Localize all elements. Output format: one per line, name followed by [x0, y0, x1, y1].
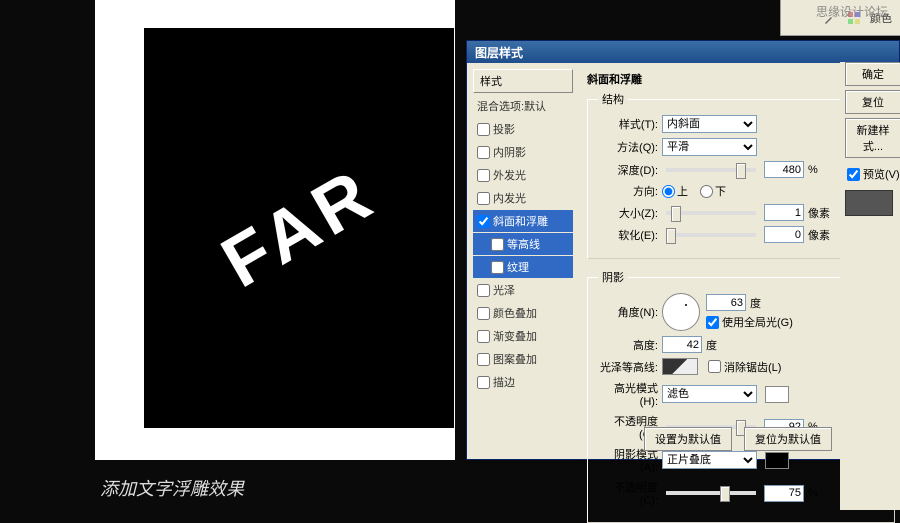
depth-label: 深度(D):: [598, 162, 658, 178]
altitude-unit: 度: [706, 337, 717, 353]
angle-dial[interactable]: [662, 293, 700, 331]
angle-label: 角度(N):: [598, 304, 658, 320]
style-coloroverlay[interactable]: 颜色叠加: [473, 302, 573, 324]
layer-style-dialog: 图层样式 样式 混合选项:默认 投影内阴影外发光内发光斜面和浮雕等高线纹理光泽颜…: [466, 40, 900, 460]
shop-slider[interactable]: [666, 491, 756, 495]
soften-slider[interactable]: [666, 233, 756, 237]
tech-label: 方法(Q):: [598, 139, 658, 155]
shop-label: 不透明度(C):: [598, 479, 658, 507]
style-bevel[interactable]: 斜面和浮雕: [473, 210, 573, 232]
dir-label: 方向:: [598, 183, 658, 199]
style-select[interactable]: 内斜面: [662, 115, 757, 133]
style-innerglow[interactable]: 内发光: [473, 187, 573, 209]
structure-legend: 结构: [598, 91, 628, 107]
depth-input[interactable]: [764, 161, 804, 178]
altitude-label: 高度:: [598, 337, 658, 353]
antialias-checkbox[interactable]: 消除锯齿(L): [708, 359, 781, 375]
global-light-checkbox[interactable]: 使用全局光(G): [706, 314, 793, 330]
blend-options[interactable]: 混合选项:默认: [473, 95, 573, 117]
shading-legend: 阴影: [598, 269, 628, 285]
shop-unit: %: [808, 487, 818, 499]
style-texture[interactable]: 纹理: [473, 256, 573, 278]
shop-input[interactable]: [764, 485, 804, 502]
size-slider[interactable]: [666, 211, 756, 215]
tech-select[interactable]: 平滑: [662, 138, 757, 156]
canvas: FAR: [144, 28, 454, 428]
soften-unit: 像素: [808, 227, 830, 243]
dialog-right-buttons: 确定 复位 新建样式... 预览(V): [845, 62, 900, 216]
highlight-select[interactable]: 滤色: [662, 385, 757, 403]
gloss-label: 光泽等高线:: [598, 359, 658, 375]
reset-default-button[interactable]: 复位为默认值: [744, 427, 832, 451]
style-outerglow[interactable]: 外发光: [473, 164, 573, 186]
shadow-select[interactable]: 正片叠底: [662, 451, 757, 469]
angle-input[interactable]: [706, 294, 746, 311]
soften-input[interactable]: [764, 226, 804, 243]
style-stroke[interactable]: 描边: [473, 371, 573, 393]
size-input[interactable]: [764, 204, 804, 221]
dir-down[interactable]: 下: [700, 183, 726, 199]
highlight-label: 高光模式(H):: [598, 380, 658, 408]
style-innershadow[interactable]: 内阴影: [473, 141, 573, 163]
dir-up[interactable]: 上: [662, 183, 688, 199]
canvas-text: FAR: [208, 152, 389, 304]
styles-header: 样式: [473, 69, 573, 93]
gloss-contour[interactable]: [662, 358, 698, 375]
soften-label: 软化(E):: [598, 227, 658, 243]
style-contour[interactable]: 等高线: [473, 233, 573, 255]
size-unit: 像素: [808, 205, 830, 221]
style-gradoverlay[interactable]: 渐变叠加: [473, 325, 573, 347]
altitude-input[interactable]: [662, 336, 702, 353]
size-label: 大小(Z):: [598, 205, 658, 221]
depth-slider[interactable]: [666, 168, 756, 172]
style-dropshadow[interactable]: 投影: [473, 118, 573, 140]
style-satin[interactable]: 光泽: [473, 279, 573, 301]
depth-unit: %: [808, 164, 818, 176]
style-patoverlay[interactable]: 图案叠加: [473, 348, 573, 370]
make-default-button[interactable]: 设置为默认值: [644, 427, 732, 451]
dialog-title: 图层样式: [467, 41, 899, 63]
cancel-button[interactable]: 复位: [845, 90, 900, 114]
angle-unit: 度: [750, 295, 761, 311]
watermark-text: 思缘设计论坛: [816, 3, 888, 20]
highlight-color[interactable]: [765, 386, 789, 403]
ok-button[interactable]: 确定: [845, 62, 900, 86]
preview-checkbox[interactable]: 预览(V): [845, 166, 900, 182]
preview-swatch: [845, 190, 893, 216]
caption: 添加文字浮雕效果: [100, 475, 244, 501]
styles-list: 样式 混合选项:默认 投影内阴影外发光内发光斜面和浮雕等高线纹理光泽颜色叠加渐变…: [467, 63, 577, 459]
style-label: 样式(T):: [598, 116, 658, 132]
new-style-button[interactable]: 新建样式...: [845, 118, 900, 158]
shadow-color[interactable]: [765, 452, 789, 469]
